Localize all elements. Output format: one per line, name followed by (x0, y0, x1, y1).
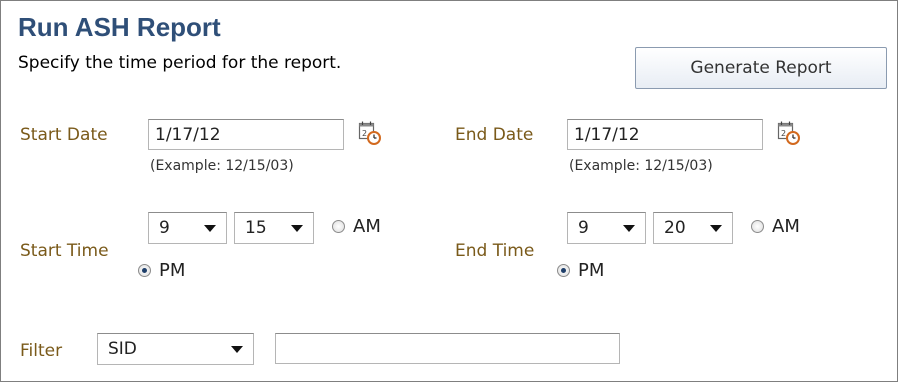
radio-selected-icon (138, 264, 151, 277)
chevron-down-icon (291, 224, 303, 232)
start-pm-label: PM (159, 260, 186, 281)
ash-report-panel: Run ASH Report Specify the time period f… (0, 0, 898, 382)
start-hour-value: 9 (159, 218, 170, 238)
radio-circle-icon (332, 220, 345, 233)
calendar-icon[interactable]: 2 (358, 120, 382, 146)
end-minute-value: 20 (664, 218, 686, 238)
end-am-label: AM (772, 216, 800, 237)
chevron-down-icon (623, 224, 635, 232)
end-hour-value: 9 (578, 218, 589, 238)
end-date-example: (Example: 12/15/03) (569, 158, 713, 174)
page-subtitle: Specify the time period for the report. (18, 53, 342, 73)
start-am-radio[interactable]: AM (332, 216, 381, 237)
start-am-label: AM (353, 216, 381, 237)
end-date-input[interactable] (567, 119, 763, 150)
end-hour-select[interactable]: 9 (567, 212, 646, 244)
svg-text:2: 2 (362, 129, 367, 138)
end-time-label: End Time (455, 241, 535, 261)
page-title: Run ASH Report (18, 12, 221, 42)
generate-report-button[interactable]: Generate Report (635, 47, 887, 89)
end-pm-radio[interactable]: PM (557, 260, 604, 281)
start-date-label: Start Date (20, 125, 108, 145)
end-pm-label: PM (578, 260, 605, 281)
start-minute-value: 15 (245, 218, 267, 238)
start-pm-radio[interactable]: PM (138, 260, 185, 281)
filter-label: Filter (20, 341, 63, 361)
start-date-example: (Example: 12/15/03) (150, 158, 294, 174)
start-time-label: Start Time (20, 241, 109, 261)
start-minute-select[interactable]: 15 (234, 212, 314, 244)
chevron-down-icon (231, 345, 243, 353)
end-date-label: End Date (455, 125, 534, 145)
end-am-radio[interactable]: AM (751, 216, 800, 237)
end-minute-select[interactable]: 20 (653, 212, 733, 244)
filter-value-input[interactable] (275, 333, 620, 364)
radio-selected-icon (557, 264, 570, 277)
chevron-down-icon (204, 224, 216, 232)
svg-text:2: 2 (781, 129, 786, 138)
chevron-down-icon (710, 224, 722, 232)
filter-type-select[interactable]: SID (97, 333, 254, 365)
filter-type-value: SID (108, 339, 137, 359)
radio-circle-icon (751, 220, 764, 233)
start-hour-select[interactable]: 9 (148, 212, 227, 244)
start-date-input[interactable] (148, 119, 344, 150)
calendar-icon[interactable]: 2 (777, 120, 801, 146)
